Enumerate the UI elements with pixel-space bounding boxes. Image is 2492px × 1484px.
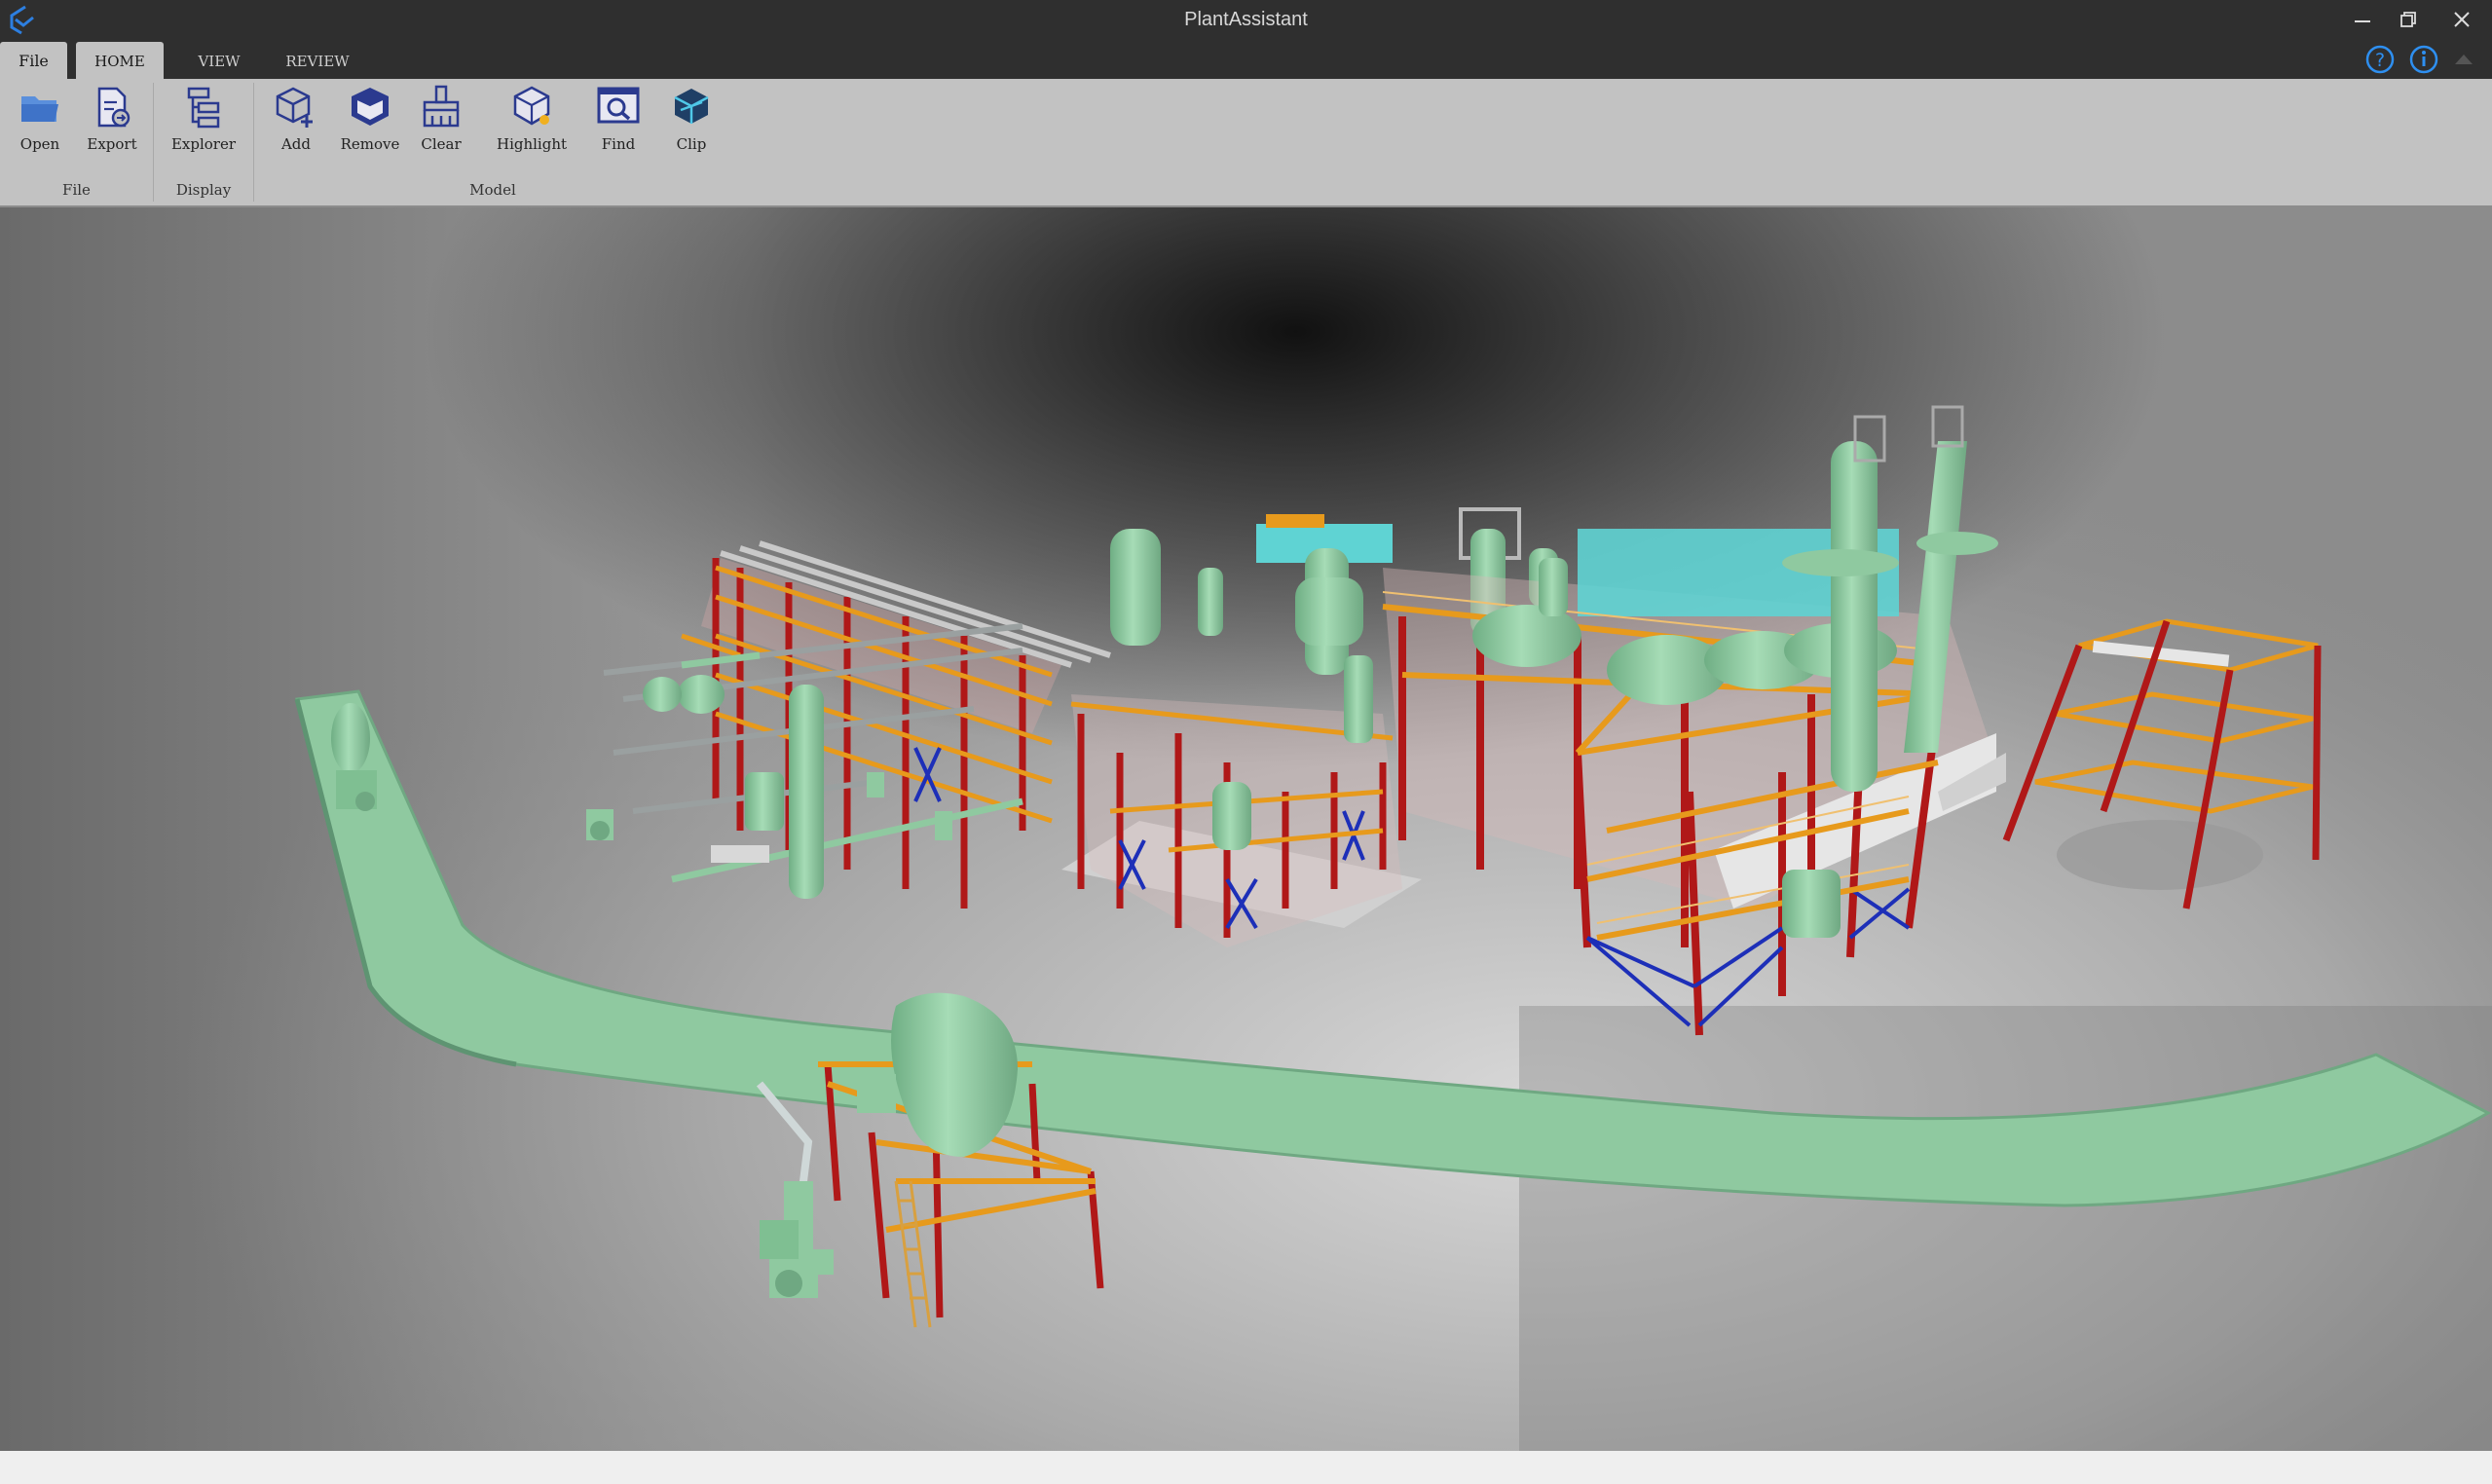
collapse-ribbon-icon[interactable] (2452, 49, 2475, 68)
highlight-button[interactable]: Highlight (489, 83, 575, 180)
window-title: PlantAssistant (1184, 9, 1308, 30)
highlight-cube-icon (513, 86, 550, 126)
open-folder-icon (21, 96, 58, 122)
add-cube-icon (276, 87, 313, 128)
tall-distillation-column[interactable] (1831, 441, 1878, 792)
explorer-tree-icon (187, 87, 220, 129)
plant-scene[interactable] (0, 207, 2492, 1451)
explorer-label: Explorer (170, 135, 237, 153)
add-label: Add (280, 135, 312, 153)
clear-button[interactable]: Clear (413, 83, 469, 180)
close-icon[interactable] (2442, 4, 2481, 35)
tab-review[interactable]: REVIEW (277, 42, 358, 79)
export-button[interactable]: Export (80, 83, 144, 180)
minimize-icon[interactable] (2343, 4, 2382, 35)
find-magnifier-icon (597, 87, 640, 124)
open-button[interactable]: Open (10, 83, 70, 180)
status-bar (0, 1451, 2492, 1484)
3d-viewport[interactable] (0, 207, 2492, 1451)
remove-button[interactable]: Remove (335, 83, 405, 180)
restore-icon[interactable] (2389, 4, 2428, 35)
group-label-display: Display (175, 181, 232, 199)
export-icon (97, 87, 130, 128)
ribbon-tab-strip: File HOME VIEW REVIEW ? (0, 39, 2492, 79)
find-button[interactable]: Find (590, 83, 647, 180)
tab-home[interactable]: HOME (76, 42, 164, 79)
remove-label: Remove (340, 135, 400, 153)
find-label: Find (601, 135, 636, 153)
open-label: Open (19, 135, 60, 153)
clip-box-icon (674, 89, 709, 124)
column-tank[interactable] (789, 685, 824, 899)
horizontal-vessel[interactable] (1472, 605, 1581, 667)
group-label-file: File (62, 181, 91, 199)
info-icon[interactable] (2408, 44, 2439, 75)
help-icon[interactable]: ? (2364, 44, 2396, 75)
add-button[interactable]: Add (267, 83, 325, 180)
export-label: Export (87, 135, 137, 153)
title-bar: PlantAssistant (0, 0, 2492, 39)
clip-label: Clip (676, 135, 707, 153)
explorer-button[interactable]: Explorer (164, 83, 243, 180)
clear-label: Clear (421, 135, 462, 153)
vertical-tank[interactable] (1110, 529, 1161, 646)
frame-shadow (2057, 820, 2263, 890)
clear-broom-icon (423, 85, 460, 128)
ribbon-home: Open Export Explorer Add Remove Clear Hi… (0, 79, 2492, 207)
tab-view[interactable]: VIEW (185, 42, 253, 79)
highlight-label: Highlight (496, 135, 568, 153)
svg-text:?: ? (2375, 50, 2385, 71)
small-vessel[interactable] (1212, 782, 1251, 850)
small-pump[interactable] (586, 809, 614, 840)
tab-file[interactable]: File (0, 42, 67, 79)
remove-cube-icon (352, 88, 389, 126)
group-label-model: Model (469, 181, 516, 199)
clip-button[interactable]: Clip (664, 83, 719, 180)
